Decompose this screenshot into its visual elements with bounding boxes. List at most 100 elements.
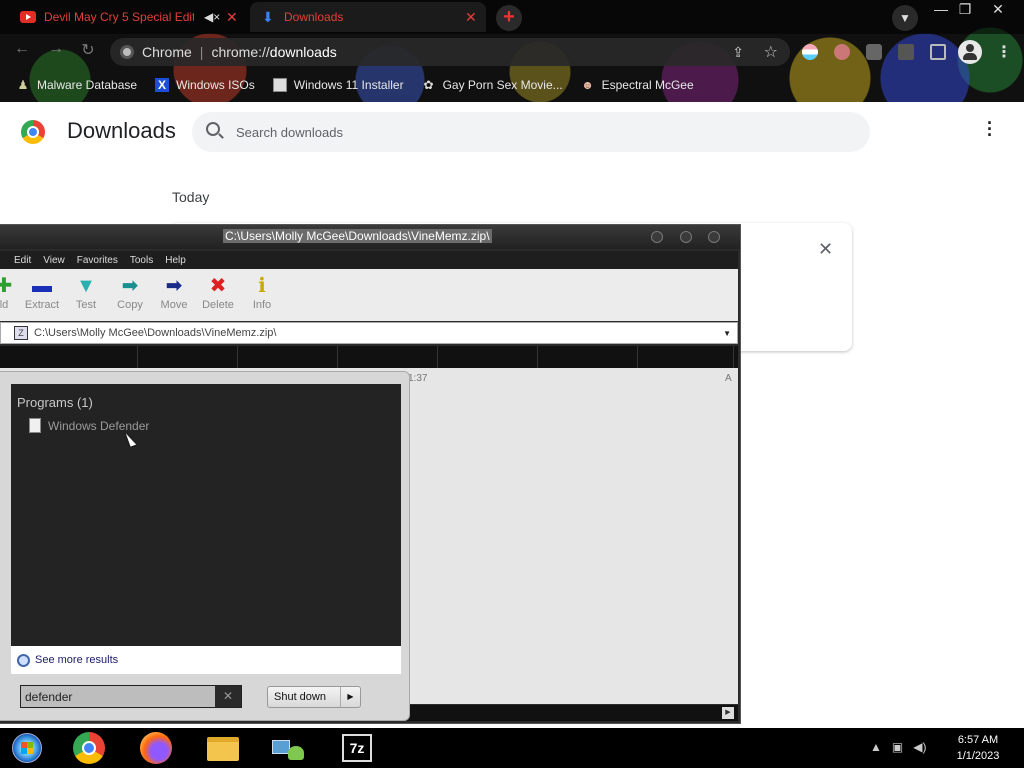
chrome-menu-icon[interactable]: ⋮ [996, 42, 1012, 62]
copy-button[interactable]: ➡ Copy [108, 275, 152, 311]
magnifier-icon [17, 653, 30, 667]
new-tab-button[interactable]: + [496, 5, 522, 31]
archive-icon: Z [14, 326, 28, 340]
extensions-puzzle-icon[interactable] [866, 44, 882, 60]
menu-bar: Edit View Favorites Tools Help [0, 251, 738, 269]
clear-search-icon[interactable]: ✕ [215, 686, 241, 707]
column-header[interactable] [638, 346, 734, 368]
address-bar[interactable]: Chrome | chrome://downloads ⇪ ☆ [110, 38, 790, 66]
search-input[interactable] [236, 120, 836, 144]
bookmark-windows-isos[interactable]: X Windows ISOs [155, 78, 255, 92]
site-label: Chrome [142, 44, 192, 60]
taskbar-7zip[interactable]: 7z [330, 731, 384, 765]
taskbar-firefox[interactable] [128, 731, 182, 765]
chrome-icon [120, 45, 134, 59]
menu-help[interactable]: Help [165, 255, 186, 266]
search-downloads-box[interactable] [192, 112, 870, 152]
youtube-icon [20, 11, 36, 23]
download-icon: ⬇ [262, 8, 274, 25]
maximize-button[interactable] [680, 231, 692, 243]
menu-edit[interactable]: Edit [14, 255, 31, 266]
move-button[interactable]: ➡ Move [152, 275, 196, 311]
bookmark-label: Malware Database [37, 78, 138, 92]
start-search-input[interactable] [25, 689, 211, 704]
media-controls-icon[interactable] [898, 44, 914, 60]
volume-icon[interactable]: ◀) [913, 740, 926, 754]
side-panel-icon[interactable] [930, 44, 946, 60]
more-options-icon[interactable]: · · · [982, 114, 998, 144]
test-button[interactable]: ▼ Test [64, 275, 108, 311]
column-header[interactable] [338, 346, 438, 368]
person-icon: ♟ [17, 78, 29, 92]
bookmark-star-icon[interactable]: ☆ [764, 42, 778, 62]
move-icon: ➡ [165, 275, 183, 297]
extension-flag-icon[interactable] [802, 44, 818, 60]
dropdown-arrow-icon[interactable]: ▼ [723, 329, 731, 338]
forward-button[interactable]: → [44, 40, 68, 58]
bookmark-movie[interactable]: ✿ Gay Porn Sex Movie... [422, 78, 563, 92]
share-icon[interactable]: ⇪ [732, 44, 744, 61]
show-hidden-icons-icon[interactable]: ▲ [870, 740, 882, 754]
close-window-button[interactable]: ✕ [983, 0, 1013, 18]
tab-downloads[interactable]: ⬇ Downloads ✕ [250, 2, 486, 32]
bookmark-malware-database[interactable]: ♟ Malware Database [16, 78, 137, 92]
clock-time: 6:57 AM [957, 734, 999, 746]
column-header[interactable] [0, 346, 138, 368]
programs-heading[interactable]: Programs (1) [17, 395, 93, 410]
url-host: downloads [269, 44, 337, 60]
tab-youtube[interactable]: Devil May Cry 5 Special Editi ◀× ✕ [0, 2, 246, 32]
see-more-results-link[interactable]: See more results [11, 646, 401, 674]
see-more-label: See more results [35, 654, 119, 666]
separator: | [199, 44, 204, 60]
shutdown-options-arrow-icon[interactable]: ▶ [340, 687, 360, 707]
close-button[interactable] [708, 231, 720, 243]
mute-icon[interactable]: ◀× [204, 10, 220, 24]
restore-button[interactable]: ❐ [950, 0, 980, 18]
minimize-button[interactable] [651, 231, 663, 243]
close-tab-icon[interactable]: ✕ [226, 9, 238, 26]
extract-button[interactable]: ▬ Extract [20, 275, 64, 311]
search-icon [206, 122, 220, 136]
column-header[interactable] [238, 346, 338, 368]
document-icon [29, 418, 41, 433]
column-header[interactable] [538, 346, 638, 368]
column-header[interactable] [438, 346, 538, 368]
bookmark-espectral-mcgee[interactable]: ☻ Espectral McGee [581, 78, 694, 92]
remove-download-icon[interactable]: ✕ [818, 239, 833, 260]
network-status-icon[interactable]: ▣ [892, 740, 903, 754]
start-search-box[interactable]: ✕ [20, 685, 242, 708]
windows-logo-icon [12, 733, 42, 763]
scroll-right-icon[interactable]: ▶ [722, 707, 734, 719]
taskbar-chrome[interactable] [60, 731, 114, 765]
shutdown-button[interactable]: Shut down ▶ [267, 686, 361, 708]
menu-tools[interactable]: Tools [130, 255, 153, 266]
taskbar-file-explorer[interactable] [196, 731, 250, 765]
info-button[interactable]: ℹ Info [240, 275, 284, 311]
bookmark-label: Windows ISOs [176, 78, 255, 92]
browser-toolbar: ← → ↻ Chrome | chrome://downloads ⇪ ☆ ⋮ [0, 36, 1024, 68]
firefox-icon [140, 732, 172, 764]
path-combobox[interactable]: Z C:\Users\Molly McGee\Downloads\VineMem… [0, 322, 738, 344]
reload-button[interactable]: ↻ [76, 40, 100, 60]
window-titlebar[interactable]: C:\Users\Molly McGee\Downloads\VineMemz.… [0, 225, 740, 249]
back-button[interactable]: ← [10, 40, 34, 58]
tab-strip: Devil May Cry 5 Special Editi ◀× ✕ ⬇ Dow… [0, 0, 1024, 34]
7zip-icon: 7z [342, 734, 372, 762]
profile-icon[interactable] [958, 40, 982, 64]
column-headers [0, 346, 738, 368]
mouse-cursor-icon [125, 431, 137, 447]
taskbar-network[interactable] [262, 731, 316, 765]
avatar-icon: ☻ [581, 78, 594, 92]
extension-avatar-icon[interactable] [834, 44, 850, 60]
menu-view[interactable]: View [43, 255, 65, 266]
bookmark-label: Espectral McGee [601, 78, 694, 92]
start-button[interactable] [6, 731, 46, 765]
toolbar-label: Move [160, 299, 188, 311]
tab-search-button[interactable]: ▼ [892, 5, 918, 31]
menu-favorites[interactable]: Favorites [77, 255, 118, 266]
delete-button[interactable]: ✖ Delete [196, 275, 240, 311]
clock[interactable]: 6:57 AM 1/1/2023 [948, 732, 1008, 764]
close-tab-icon[interactable]: ✕ [465, 9, 477, 26]
bookmark-windows-11-installer[interactable]: Windows 11 Installer [272, 78, 404, 92]
column-header[interactable] [138, 346, 238, 368]
